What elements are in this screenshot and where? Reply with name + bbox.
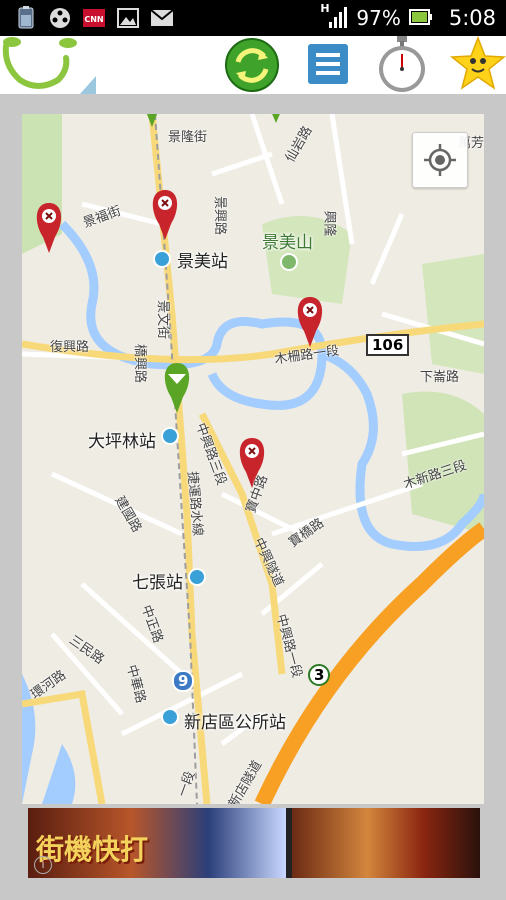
refresh-icon — [225, 38, 279, 92]
map-pin-green-top-1 — [146, 114, 158, 127]
road-label: 下崙路 — [420, 370, 460, 385]
road-label: 景隆街 — [168, 130, 208, 145]
refresh-button[interactable] — [222, 38, 282, 92]
battery-percent: 97% — [356, 6, 401, 30]
highway-shield: 106 — [366, 334, 410, 356]
clock: 5:08 — [448, 6, 496, 30]
ad-banner[interactable]: 街機快打 i — [28, 808, 480, 878]
ad-image-right — [292, 808, 480, 878]
road-label: 景文街 — [155, 299, 171, 340]
star-icon — [449, 35, 506, 90]
status-right: H 97% 5:08 — [320, 0, 496, 36]
battery-icon — [408, 6, 433, 30]
status-bar: CNN H 97% 5:08 — [0, 0, 506, 36]
road-label: 景興路 — [212, 195, 228, 236]
highway-shield: 9 — [172, 670, 195, 692]
map-pin-green-current[interactable] — [164, 363, 190, 413]
road-label: 復興路 — [50, 340, 90, 355]
ad-title: 街機快打 — [36, 833, 149, 866]
crosshair-icon — [424, 144, 456, 176]
svg-text:CNN: CNN — [84, 15, 103, 24]
app-bar — [0, 35, 506, 94]
battery-widget-icon — [14, 6, 38, 30]
station-label: 新店區公所站 — [184, 713, 286, 733]
station-label: 大坪林站 — [88, 432, 156, 452]
map-pin-red-1[interactable] — [36, 203, 62, 253]
place-label: 景美山 — [262, 233, 313, 253]
smile-logo-icon[interactable] — [0, 36, 96, 94]
film-reel-icon — [48, 6, 72, 30]
mountain-icon — [280, 253, 298, 271]
stopwatch-icon — [379, 36, 425, 92]
cnn-icon: CNN — [82, 6, 106, 30]
road-label: 橋興路 — [132, 343, 148, 384]
signal-icon: H — [320, 2, 348, 30]
map-view[interactable]: 景美站 大坪林站 七張站 新店區公所站 景美山 景隆街 仙岩路 景福街 景興路 … — [22, 114, 484, 804]
my-location-button[interactable] — [412, 132, 468, 188]
road-label: 興隆 — [321, 210, 337, 237]
menu-icon — [308, 44, 348, 84]
stopwatch-button[interactable] — [372, 36, 432, 94]
ad-info-icon[interactable]: i — [34, 856, 52, 874]
station-label: 景美站 — [177, 252, 228, 272]
gmail-icon — [150, 6, 174, 30]
map-pin-green-top-2 — [272, 114, 280, 123]
map-pin-red-2[interactable] — [152, 190, 178, 240]
menu-button[interactable] — [308, 44, 348, 84]
favorites-button[interactable] — [449, 35, 506, 94]
content-area: 景美站 大坪林站 七張站 新店區公所站 景美山 景隆街 仙岩路 景福街 景興路 … — [0, 94, 506, 900]
station-label: 七張站 — [132, 573, 183, 593]
gallery-icon — [116, 6, 140, 30]
